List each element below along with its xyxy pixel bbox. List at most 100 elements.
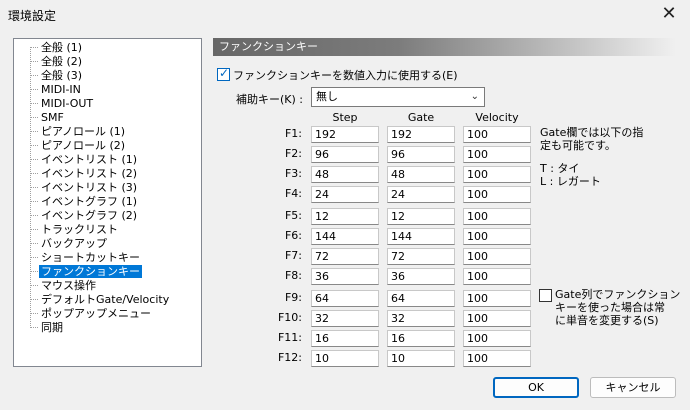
tree-item-label: 全般 (2) (41, 55, 83, 68)
tree-connector (30, 327, 38, 328)
velocity-field[interactable]: 100 (463, 126, 531, 143)
change-gate-checkbox[interactable] (539, 289, 552, 302)
tree-connector (30, 103, 38, 104)
tree-connector (30, 89, 38, 90)
velocity-field[interactable]: 100 (463, 146, 531, 163)
gate-field[interactable]: 64 (387, 290, 455, 307)
step-field[interactable]: 24 (311, 186, 379, 203)
step-field[interactable]: 48 (311, 166, 379, 183)
fkey-label: F7: (284, 249, 302, 262)
modifier-key-select[interactable]: 無し ⌄ (311, 87, 485, 107)
velocity-field[interactable]: 100 (463, 268, 531, 285)
tree-connector (30, 215, 38, 216)
tree-item-label: ピアノロール (2) (41, 139, 126, 152)
gate-field[interactable]: 10 (387, 350, 455, 367)
gate-note-line2: 定も可能です。 (540, 139, 616, 152)
fkey-label: F2: (284, 147, 302, 160)
use-fkey-checkbox[interactable]: ✓ (217, 66, 230, 81)
tie-note: T : タイ (540, 162, 580, 175)
tree-item-label: SMF (41, 111, 64, 124)
legato-note: L : レガート (540, 175, 601, 188)
gate-field[interactable]: 24 (387, 186, 455, 203)
fkey-label: F9: (284, 291, 302, 304)
tree-connector (30, 131, 38, 132)
step-field[interactable]: 36 (311, 268, 379, 285)
gate-field[interactable]: 144 (387, 228, 455, 245)
velocity-field[interactable]: 100 (463, 208, 531, 225)
step-field[interactable]: 16 (311, 330, 379, 347)
gate-field[interactable]: 32 (387, 310, 455, 327)
fkey-label: F10: (277, 311, 302, 324)
tree-connector (30, 285, 38, 286)
column-header-step: Step (332, 111, 358, 124)
tree-item-label: トラックリスト (41, 223, 118, 236)
step-field[interactable]: 32 (311, 310, 379, 327)
velocity-field[interactable]: 100 (463, 290, 531, 307)
tree-item-label: イベントグラフ (1) (41, 195, 138, 208)
step-field[interactable]: 10 (311, 350, 379, 367)
cancel-button[interactable]: キャンセル (590, 377, 676, 398)
velocity-field[interactable]: 100 (463, 228, 531, 245)
tree-connector (30, 201, 38, 202)
velocity-field[interactable]: 100 (463, 166, 531, 183)
change-gate-label-line3: に単音を変更する(S) (555, 314, 659, 327)
tree-item-label: ピアノロール (1) (41, 125, 126, 138)
velocity-field[interactable]: 100 (463, 310, 531, 327)
tree-item-label: 同期 (41, 321, 63, 334)
tree-item-label: 全般 (1) (41, 41, 83, 54)
gate-field[interactable]: 16 (387, 330, 455, 347)
tree-item-label: MIDI-IN (41, 83, 81, 96)
chevron-down-icon: ⌄ (470, 91, 479, 102)
velocity-field[interactable]: 100 (463, 248, 531, 265)
column-header-velocity: Velocity (475, 111, 519, 124)
velocity-field[interactable]: 100 (463, 186, 531, 203)
change-gate-label-line2: キーを使った場合は常 (555, 301, 665, 314)
settings-tree[interactable]: 全般 (1) 全般 (2) 全般 (3) MIDI-IN MIDI-OUT SMF ピアノロ… (13, 38, 202, 367)
tree-item-label: デフォルトGate/Velocity (41, 293, 170, 306)
window-title: 環境設定 (8, 9, 57, 23)
tree-item-label: ショートカットキー (41, 251, 140, 264)
ok-button[interactable]: OK (493, 377, 579, 398)
step-field[interactable]: 72 (311, 248, 379, 265)
step-field[interactable]: 12 (311, 208, 379, 225)
tree-connector (30, 117, 38, 118)
tree-item-label: イベントリスト (1) (41, 153, 138, 166)
tree-item-label: ポップアップメニュー (41, 307, 151, 320)
tree-connector (30, 75, 38, 76)
use-fkey-label: ファンクションキーを数値入力に使用する(E) (233, 69, 458, 82)
fkey-label: F4: (284, 187, 302, 200)
gate-field[interactable]: 36 (387, 268, 455, 285)
velocity-field[interactable]: 100 (463, 350, 531, 367)
tree-item-label: MIDI-OUT (41, 97, 94, 110)
step-field[interactable]: 192 (311, 126, 379, 143)
fkey-label: F11: (277, 331, 302, 344)
tree-connector (30, 313, 38, 314)
velocity-field[interactable]: 100 (463, 330, 531, 347)
fkey-label: F3: (284, 167, 302, 180)
tree-connector (30, 229, 38, 230)
tree-item-label: マウス操作 (41, 279, 96, 292)
tree-connector (30, 61, 38, 62)
tree-item-label: 全般 (3) (41, 69, 83, 82)
step-field[interactable]: 144 (311, 228, 379, 245)
tree-connector (30, 243, 38, 244)
panel-title: ファンクションキー (213, 38, 676, 56)
gate-field[interactable]: 192 (387, 126, 455, 143)
step-field[interactable]: 64 (311, 290, 379, 307)
close-button[interactable]: ✕ (656, 3, 682, 25)
step-field[interactable]: 96 (311, 146, 379, 163)
gate-field[interactable]: 48 (387, 166, 455, 183)
tree-connector (30, 271, 38, 272)
gate-field[interactable]: 96 (387, 146, 455, 163)
tree-connector (30, 173, 38, 174)
tree-connector (30, 257, 38, 258)
gate-field[interactable]: 12 (387, 208, 455, 225)
column-header-gate: Gate (407, 111, 435, 124)
tree-connector (30, 145, 38, 146)
tree-item-label: バックアップ (41, 237, 107, 250)
gate-field[interactable]: 72 (387, 248, 455, 265)
modifier-key-label: 補助キー(K) : (236, 93, 303, 106)
checkmark-icon: ✓ (219, 66, 230, 80)
tree-item-label: イベントグラフ (2) (41, 209, 138, 222)
tree-connector (30, 159, 38, 160)
